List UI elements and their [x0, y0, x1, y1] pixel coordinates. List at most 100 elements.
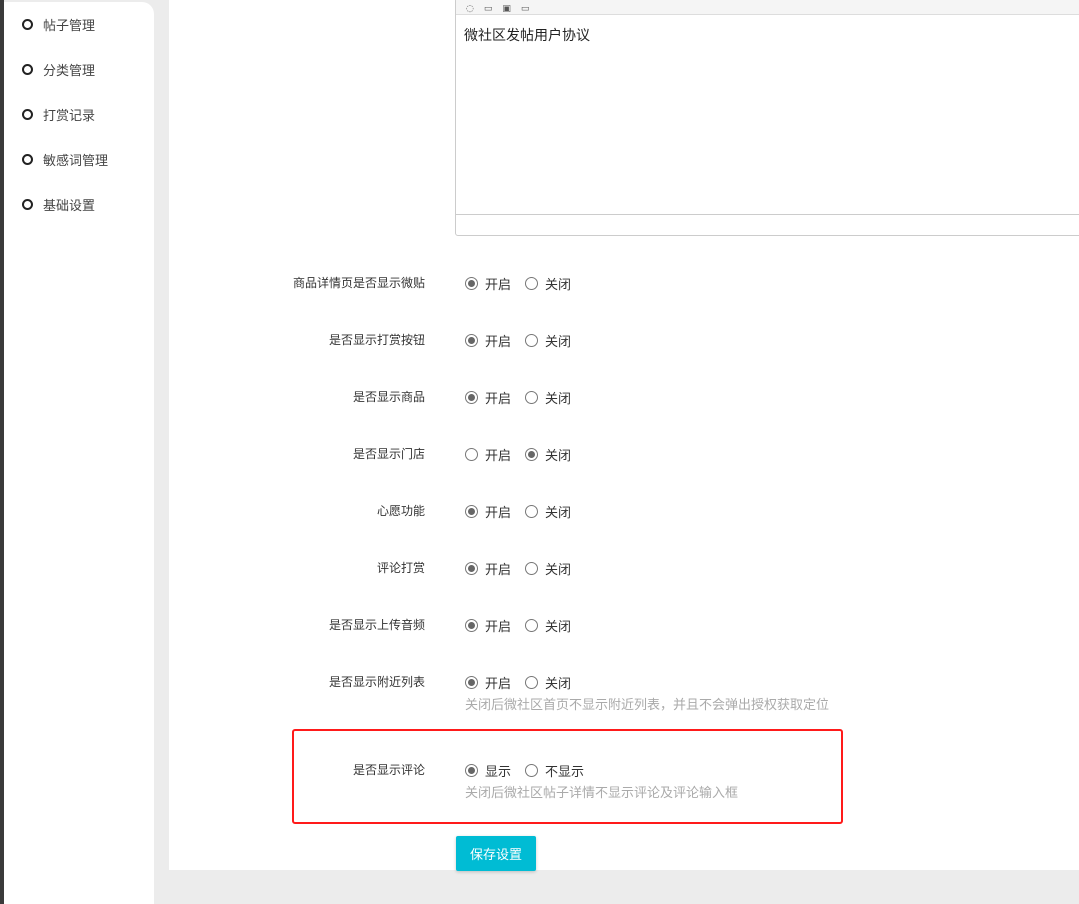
- radio-label: 关闭: [545, 278, 572, 293]
- radio-button[interactable]: [525, 334, 539, 347]
- setting-row: 是否显示附近列表 开启 关闭关闭后微社区首页不显示附近列表，并且不会弹出授权获取定位: [169, 673, 1069, 713]
- radio-label: 关闭: [545, 506, 572, 521]
- rich-text-editor[interactable]: ◌ ▭ ▣ ▭ 微社区发帖用户协议: [455, 0, 1079, 236]
- circle-icon: [22, 64, 33, 75]
- radio-label: 关闭: [545, 620, 572, 635]
- radio-option[interactable]: 关闭: [525, 616, 571, 635]
- circle-icon: [22, 109, 33, 120]
- editor-tool-icon[interactable]: ▭: [521, 4, 530, 14]
- setting-row: 是否显示上传音频 开启 关闭: [169, 616, 1069, 640]
- settings-panel: ◌ ▭ ▣ ▭ 微社区发帖用户协议 商品详情页是否显示微贴 开启 关闭 是否显示打赏按钮 开启…: [169, 0, 1079, 871]
- sidebar-item-label: 分类管理: [43, 64, 96, 79]
- editor-toolbar: ◌ ▭ ▣ ▭: [456, 0, 1079, 15]
- radio-button[interactable]: [525, 391, 539, 404]
- radio-option[interactable]: 开启: [465, 331, 511, 350]
- setting-row: 商品详情页是否显示微贴 开启 关闭: [169, 274, 1069, 298]
- circle-icon: [22, 199, 33, 210]
- radio-button[interactable]: [525, 562, 539, 575]
- radio-label: 关闭: [545, 449, 572, 464]
- radio-option[interactable]: 关闭: [525, 445, 571, 464]
- radio-label: 关闭: [545, 563, 572, 578]
- radio-button[interactable]: [525, 676, 539, 689]
- radio-group: 开启 关闭: [465, 445, 585, 464]
- sidebar-item-label: 基础设置: [43, 199, 96, 214]
- editor-tool-icon[interactable]: ▣: [502, 4, 511, 14]
- setting-label: 是否显示附近列表: [328, 675, 425, 689]
- radio-option[interactable]: 开启: [465, 445, 511, 464]
- radio-button[interactable]: [465, 448, 478, 461]
- sidebar-item-categories[interactable]: 分类管理: [22, 60, 95, 79]
- setting-row: 心愿功能 开启 关闭: [169, 502, 1069, 526]
- radio-label: 开启: [485, 506, 512, 521]
- radio-label: 关闭: [545, 335, 572, 350]
- radio-label: 开启: [485, 620, 512, 635]
- radio-button[interactable]: [465, 619, 478, 632]
- sidebar-item-label: 帖子管理: [43, 19, 96, 34]
- radio-label: 开启: [485, 449, 512, 464]
- radio-group: 开启 关闭: [465, 673, 585, 692]
- radio-option[interactable]: 关闭: [525, 388, 571, 407]
- radio-group: 开启 关闭: [465, 502, 585, 521]
- radio-button[interactable]: [465, 505, 478, 518]
- setting-row: 是否显示门店 开启 关闭: [169, 445, 1069, 469]
- radio-button[interactable]: [525, 448, 539, 461]
- radio-label: 开启: [485, 278, 512, 293]
- setting-label: 是否显示门店: [352, 447, 425, 461]
- highlight-box: [292, 729, 843, 824]
- radio-option[interactable]: 开启: [465, 274, 511, 293]
- radio-option[interactable]: 关闭: [525, 559, 571, 578]
- setting-row: 评论打赏 开启 关闭: [169, 559, 1069, 583]
- sidebar-item-sensitive-words[interactable]: 敏感词管理: [22, 150, 108, 169]
- setting-label: 心愿功能: [376, 504, 425, 518]
- setting-label: 是否显示上传音频: [328, 618, 425, 632]
- radio-group: 开启 关闭: [465, 331, 585, 350]
- sidebar: 帖子管理 分类管理 打赏记录 敏感词管理 基础设置: [4, 2, 154, 904]
- sidebar-item-label: 打赏记录: [43, 109, 96, 124]
- radio-label: 开启: [485, 563, 512, 578]
- setting-hint: 关闭后微社区首页不显示附近列表，并且不会弹出授权获取定位: [465, 698, 830, 713]
- radio-button[interactable]: [465, 391, 478, 404]
- radio-option[interactable]: 开启: [465, 502, 511, 521]
- radio-option[interactable]: 关闭: [525, 673, 571, 692]
- circle-icon: [22, 154, 33, 165]
- radio-group: 开启 关闭: [465, 559, 585, 578]
- radio-label: 关闭: [545, 392, 572, 407]
- setting-label: 评论打赏: [376, 561, 425, 575]
- radio-option[interactable]: 关闭: [525, 274, 571, 293]
- radio-group: 开启 关闭: [465, 388, 585, 407]
- editor-footer: [456, 214, 1079, 235]
- radio-option[interactable]: 开启: [465, 388, 511, 407]
- radio-button[interactable]: [465, 334, 478, 347]
- radio-label: 开启: [485, 677, 512, 692]
- sidebar-item-basic-settings[interactable]: 基础设置: [22, 195, 95, 214]
- setting-row: 是否显示打赏按钮 开启 关闭: [169, 331, 1069, 355]
- sidebar-item-label: 敏感词管理: [43, 154, 109, 169]
- radio-group: 开启 关闭: [465, 274, 585, 293]
- radio-button[interactable]: [465, 676, 478, 689]
- radio-option[interactable]: 开启: [465, 559, 511, 578]
- radio-option[interactable]: 关闭: [525, 502, 571, 521]
- radio-button[interactable]: [525, 619, 539, 632]
- circle-icon: [22, 19, 33, 30]
- radio-option[interactable]: 开启: [465, 616, 511, 635]
- radio-button[interactable]: [525, 277, 539, 290]
- save-button[interactable]: 保存设置: [456, 836, 536, 871]
- setting-label: 是否显示商品: [352, 390, 425, 404]
- sidebar-item-rewards[interactable]: 打赏记录: [22, 105, 95, 124]
- radio-button[interactable]: [525, 505, 539, 518]
- radio-label: 关闭: [545, 677, 572, 692]
- radio-option[interactable]: 开启: [465, 673, 511, 692]
- editor-content[interactable]: 微社区发帖用户协议: [456, 15, 1079, 215]
- setting-row: 是否显示商品 开启 关闭: [169, 388, 1069, 412]
- sidebar-item-posts[interactable]: 帖子管理: [22, 15, 95, 34]
- radio-group: 开启 关闭: [465, 616, 585, 635]
- setting-label: 商品详情页是否显示微贴: [292, 276, 425, 290]
- radio-option[interactable]: 关闭: [525, 331, 571, 350]
- editor-tool-icon[interactable]: ▭: [484, 4, 493, 14]
- radio-label: 开启: [485, 392, 512, 407]
- radio-label: 开启: [485, 335, 512, 350]
- radio-button[interactable]: [465, 562, 478, 575]
- radio-button[interactable]: [465, 277, 478, 290]
- setting-label: 是否显示打赏按钮: [328, 333, 425, 347]
- editor-tool-icon[interactable]: ◌: [466, 4, 474, 14]
